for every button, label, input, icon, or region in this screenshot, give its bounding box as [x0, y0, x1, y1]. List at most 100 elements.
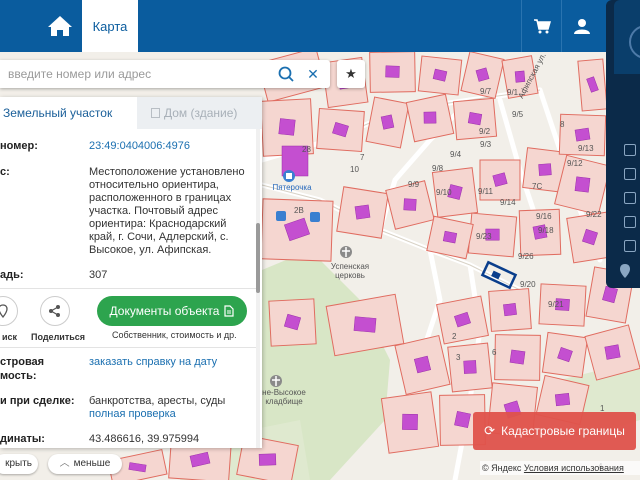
building: [604, 344, 621, 360]
filter-checkbox[interactable]: [624, 192, 636, 204]
building: [554, 393, 571, 407]
tab-house[interactable]: Дом (здание): [137, 97, 262, 129]
info-tabs: Земельный участок Дом (здание): [0, 97, 262, 129]
star-icon: ★: [345, 66, 357, 81]
number-label: номер:: [0, 140, 38, 152]
shop-icon: [283, 170, 295, 182]
refresh-icon: ⟳: [484, 423, 496, 438]
map-label-church: Успенская церковь: [330, 262, 370, 280]
building: [503, 303, 517, 317]
terms-link[interactable]: Условия использования: [524, 463, 624, 473]
share-caption: Поделиться: [31, 332, 86, 342]
building: [385, 65, 400, 78]
house-number-label: 7С: [532, 182, 543, 191]
house-number-label: 9/22: [586, 210, 602, 219]
share-icon: [49, 305, 60, 317]
building: [574, 127, 591, 142]
cost-label-line-2: мость:: [0, 370, 37, 382]
filter-checkbox[interactable]: [624, 240, 636, 252]
tab-map[interactable]: Карта: [82, 0, 138, 52]
map-copyright: © Яндекс Условия использования: [480, 461, 640, 475]
building: [467, 112, 483, 126]
search-object-button[interactable]: [0, 296, 18, 326]
building: [574, 176, 591, 193]
map-label-shop: Пятерочка: [272, 183, 312, 192]
house-number-label: 9/2: [479, 127, 491, 136]
tab-house-label: Дом (здание): [164, 106, 238, 120]
top-bar: Карта: [0, 0, 640, 52]
house-number-label: 8: [560, 120, 565, 129]
cadastral-number[interactable]: 23:49:0404006:4976: [89, 140, 249, 153]
building: [278, 118, 296, 136]
house-number-label: 9/20: [520, 280, 536, 289]
docs-button-label: Документы объекта: [109, 304, 220, 318]
cart-icon: [533, 19, 551, 34]
favorite-button[interactable]: ★: [337, 60, 365, 88]
document-icon: [224, 305, 235, 317]
building-icon: [151, 108, 160, 118]
house-number-label: 9/16: [536, 212, 552, 221]
area-value: 307: [89, 269, 108, 281]
house-number-label: 9/8: [432, 164, 444, 173]
pin-icon: [0, 304, 8, 318]
house-number-label: 10: [350, 165, 359, 174]
user-icon: [573, 19, 590, 34]
scrollbar-thumb[interactable]: [256, 223, 260, 293]
house-number-label: 2: [452, 332, 457, 341]
house-number-label: 9/13: [578, 144, 594, 153]
address-value: Местоположение установлено относительно …: [89, 166, 245, 256]
building: [403, 198, 417, 211]
docs-subtitle: Собственник, стоимость и др.: [112, 330, 237, 340]
building: [380, 114, 395, 130]
cost-label-line-1: стровая: [0, 356, 45, 368]
share-button[interactable]: [40, 296, 70, 326]
cart-button[interactable]: [521, 0, 561, 52]
house-number-label: 9/11: [478, 187, 493, 196]
less-button[interactable]: ︿ меньше: [48, 454, 122, 474]
full-check-link[interactable]: полная проверка: [89, 408, 249, 421]
building: [258, 453, 277, 466]
building: [353, 316, 377, 333]
home-button[interactable]: [40, 0, 80, 52]
house-number-label: 9/26: [518, 252, 534, 261]
map-label-cemetery: не-Высокое кладбище: [262, 388, 306, 406]
house-number-label: 3: [456, 353, 461, 362]
divider: [0, 347, 256, 348]
filter-checkbox[interactable]: [624, 168, 636, 180]
filter-panel: [606, 0, 640, 288]
cemetery-icon: [270, 375, 282, 387]
search-box: ✕: [0, 60, 330, 88]
search-caption: иск: [2, 332, 18, 342]
house-number-label: 9/21: [548, 300, 564, 309]
building: [442, 230, 458, 244]
building: [538, 163, 552, 176]
filter-checkbox[interactable]: [624, 144, 636, 156]
order-cost-certificate-link[interactable]: заказать справку на дату: [89, 356, 249, 369]
bus-stop-icon: [310, 212, 320, 222]
house-number-label: 9/5: [512, 110, 524, 119]
search-icon[interactable]: [277, 65, 295, 83]
house-number-label: 9/10: [436, 188, 452, 197]
house-number-label: 7: [360, 153, 365, 162]
close-icon[interactable]: ✕: [304, 65, 322, 83]
house-number-label: 9/3: [480, 140, 492, 149]
filter-checkbox[interactable]: [624, 216, 636, 228]
search-input[interactable]: [8, 64, 268, 84]
house-number-label: 28: [302, 145, 311, 154]
home-icon: [48, 16, 72, 36]
house-number-label: 2В: [294, 206, 304, 215]
user-button[interactable]: [561, 0, 601, 52]
building: [454, 410, 471, 429]
bus-stop-icon: [276, 211, 286, 221]
house-number-label: 9/1: [507, 88, 519, 97]
location-icon[interactable]: [620, 264, 630, 278]
building: [402, 413, 418, 431]
copyright-text: © Яндекс: [482, 463, 522, 473]
cadastral-boundaries-button[interactable]: ⟳ Кадастровые границы: [473, 412, 636, 450]
building: [354, 204, 371, 220]
tab-land-plot[interactable]: Земельный участок: [0, 97, 137, 129]
deal-risks: банкротства, аресты, суды: [89, 395, 226, 407]
object-documents-button[interactable]: Документы объекта: [97, 296, 247, 326]
hide-panel-button[interactable]: крыть: [0, 454, 38, 474]
object-info-panel: Земельный участок Дом (здание) номер: 23…: [0, 97, 262, 448]
